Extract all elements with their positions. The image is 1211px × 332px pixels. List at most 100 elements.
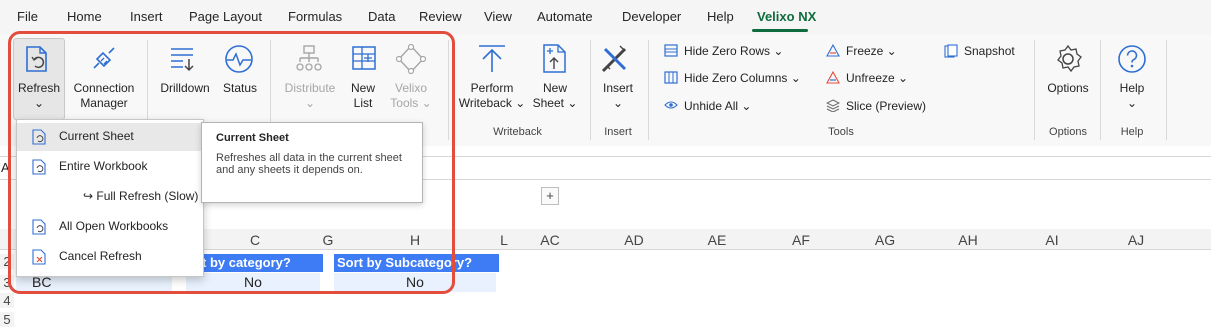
unhide-all-button[interactable]: Unhide All ⌄ bbox=[684, 99, 751, 113]
separator bbox=[1166, 40, 1167, 140]
perform-writeback-label-1[interactable]: Perform bbox=[455, 81, 529, 96]
column-header-ac[interactable]: AC bbox=[530, 232, 570, 248]
column-header-c[interactable]: C bbox=[235, 232, 275, 248]
eye-icon bbox=[664, 101, 678, 109]
row-number-3[interactable]: 3 bbox=[0, 275, 14, 290]
group-options-label: Options bbox=[1049, 126, 1087, 138]
new-list-label-2[interactable]: List bbox=[345, 96, 381, 111]
sort-by-subcategory-value[interactable]: No bbox=[334, 273, 496, 292]
snapshot-button[interactable]: Snapshot bbox=[964, 44, 1015, 58]
workbook-refresh-icon bbox=[32, 159, 46, 175]
row-number-5[interactable]: 5 bbox=[0, 312, 14, 327]
insert-tools-icon bbox=[601, 45, 627, 73]
column-header-l[interactable]: L bbox=[494, 232, 514, 248]
menu-item-cancel-refresh[interactable]: Cancel Refresh bbox=[17, 243, 203, 271]
hide-columns-icon bbox=[664, 71, 678, 84]
new-list-icon bbox=[352, 46, 376, 70]
refresh-label: Refresh bbox=[17, 81, 61, 95]
new-list-label-1[interactable]: New bbox=[345, 81, 381, 96]
menu-velixo-nx[interactable]: Velixo NX bbox=[757, 9, 816, 24]
column-header-ad[interactable]: AD bbox=[614, 232, 654, 248]
distribute-icon bbox=[296, 45, 322, 71]
drilldown-button[interactable]: Drilldown bbox=[154, 81, 216, 96]
menu-file[interactable]: File bbox=[17, 9, 38, 24]
velixo-tools-label-1[interactable]: Velixo bbox=[389, 81, 433, 96]
separator bbox=[648, 40, 649, 140]
row-number-4[interactable]: 4 bbox=[0, 293, 14, 308]
help-icon bbox=[1118, 45, 1146, 73]
connection-plug-icon bbox=[93, 47, 115, 69]
refresh-dropdown-menu: Current Sheet Entire Workbook ↪ Full Ref… bbox=[16, 119, 204, 277]
column-header-ag[interactable]: AG bbox=[865, 232, 905, 248]
distribute-button[interactable]: Distribute bbox=[280, 81, 340, 96]
unfreeze-button[interactable]: Unfreeze ⌄ bbox=[846, 71, 908, 85]
menu-view[interactable]: View bbox=[484, 9, 512, 24]
status-button[interactable]: Status bbox=[220, 81, 260, 96]
menu-review[interactable]: Review bbox=[419, 9, 462, 24]
menu-data[interactable]: Data bbox=[368, 9, 395, 24]
workbooks-refresh-icon bbox=[32, 219, 46, 235]
refresh-dropdown-arrow[interactable]: ⌄ bbox=[15, 96, 63, 111]
current-sheet-tooltip: Current Sheet Refreshes all data in the … bbox=[201, 122, 423, 203]
name-box-fragment[interactable]: A bbox=[1, 160, 10, 175]
group-help-label: Help bbox=[1120, 126, 1144, 138]
insert-button[interactable]: Insert bbox=[596, 81, 640, 96]
menu-item-entire-workbook[interactable]: Entire Workbook bbox=[17, 153, 203, 181]
drilldown-icon bbox=[171, 48, 194, 72]
new-sheet-icon bbox=[543, 44, 566, 73]
menu-bar: File Home Insert Page Layout Formulas Da… bbox=[0, 0, 1211, 34]
menu-home[interactable]: Home bbox=[67, 9, 102, 24]
help-dropdown-arrow[interactable]: ⌄ bbox=[1110, 96, 1154, 111]
hide-zero-columns-button[interactable]: Hide Zero Columns ⌄ bbox=[684, 71, 801, 85]
menu-page-layout[interactable]: Page Layout bbox=[189, 9, 262, 24]
insert-dropdown-arrow[interactable]: ⌄ bbox=[596, 96, 640, 111]
writeback-arrow-icon bbox=[479, 45, 505, 72]
connection-manager-label-1[interactable]: Connection bbox=[67, 81, 141, 96]
menu-item-full-refresh[interactable]: ↪ Full Refresh (Slow) bbox=[17, 183, 203, 211]
new-sheet-label-2[interactable]: Sheet ⌄ bbox=[530, 96, 580, 111]
column-header-ae[interactable]: AE bbox=[697, 232, 737, 248]
separator bbox=[448, 40, 449, 140]
slice-preview-button[interactable]: Slice (Preview) bbox=[846, 99, 926, 113]
help-button[interactable]: Help bbox=[1110, 81, 1154, 96]
freeze-icon bbox=[826, 44, 840, 57]
refresh-icon bbox=[26, 46, 47, 72]
column-header-g[interactable]: G bbox=[318, 232, 338, 248]
menu-automate[interactable]: Automate bbox=[537, 9, 593, 24]
slice-layers-icon bbox=[826, 99, 840, 112]
hide-rows-icon bbox=[664, 44, 678, 57]
menu-developer[interactable]: Developer bbox=[622, 9, 681, 24]
freeze-button[interactable]: Freeze ⌄ bbox=[846, 44, 897, 58]
gear-icon bbox=[1057, 44, 1082, 73]
column-header-af[interactable]: AF bbox=[781, 232, 821, 248]
sheet-refresh-icon bbox=[32, 129, 46, 145]
sort-by-category-header[interactable]: ort by category? bbox=[186, 254, 323, 272]
distribute-dropdown-arrow[interactable]: ⌄ bbox=[280, 96, 340, 111]
column-header-h[interactable]: H bbox=[395, 232, 435, 248]
options-button[interactable]: Options bbox=[1043, 81, 1093, 96]
expand-button[interactable]: + bbox=[541, 187, 559, 205]
connection-manager-label-2[interactable]: Manager bbox=[67, 96, 141, 111]
group-insert-label: Insert bbox=[604, 126, 632, 138]
cancel-refresh-icon bbox=[32, 249, 46, 265]
column-header-ah[interactable]: AH bbox=[948, 232, 988, 248]
menu-item-all-open-workbooks[interactable]: All Open Workbooks bbox=[17, 213, 203, 241]
row-number-2[interactable]: 2 bbox=[0, 254, 14, 269]
menu-item-current-sheet[interactable]: Current Sheet bbox=[17, 123, 203, 151]
hide-zero-rows-button[interactable]: Hide Zero Rows ⌄ bbox=[684, 44, 783, 58]
menu-help[interactable]: Help bbox=[707, 9, 734, 24]
separator bbox=[1034, 40, 1035, 140]
perform-writeback-label-2[interactable]: Writeback ⌄ bbox=[455, 96, 529, 111]
velixo-tools-icon bbox=[395, 43, 427, 75]
sort-by-category-value[interactable]: No bbox=[186, 273, 320, 292]
sort-by-subcategory-header[interactable]: Sort by Subcategory? bbox=[334, 254, 499, 272]
column-header-ai[interactable]: AI bbox=[1032, 232, 1072, 248]
menu-insert[interactable]: Insert bbox=[130, 9, 163, 24]
velixo-tools-label-2[interactable]: Tools ⌄ bbox=[389, 96, 433, 111]
separator bbox=[590, 40, 591, 140]
column-header-aj[interactable]: AJ bbox=[1116, 232, 1156, 248]
group-tools-label: Tools bbox=[828, 126, 854, 138]
status-pulse-icon bbox=[225, 45, 253, 73]
new-sheet-label-1[interactable]: New bbox=[530, 81, 580, 96]
menu-formulas[interactable]: Formulas bbox=[288, 9, 342, 24]
